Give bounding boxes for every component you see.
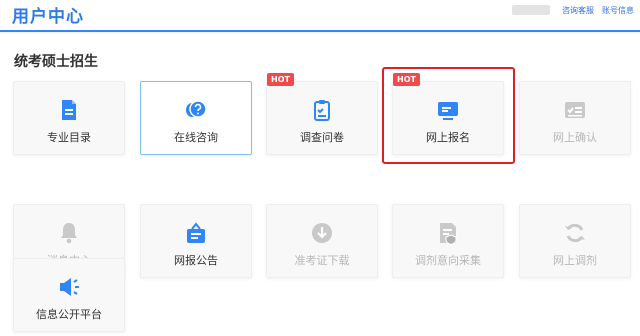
tile-label: 在线咨询 (174, 131, 218, 144)
tile-label: 调查问卷 (300, 131, 344, 144)
id-card-icon (565, 102, 585, 118)
tile-label: 调剂意向采集 (415, 254, 481, 267)
section-title: 统考硕士招生 (14, 54, 98, 70)
blurred-username (512, 5, 550, 15)
download-icon (312, 223, 332, 243)
tile-info-disclosure-platform[interactable]: 信息公开平台 (13, 258, 125, 332)
tile-label: 准考证下载 (294, 254, 350, 267)
tile-label: 网上调剂 (553, 254, 597, 267)
refresh-icon (565, 223, 585, 243)
top-header: 用户中心 咨询客服 账号信息 (0, 0, 640, 32)
highlight-box (382, 67, 515, 164)
chat-question-icon (186, 100, 207, 118)
tile-label: 信息公开平台 (36, 308, 102, 321)
tile-label: 网报公告 (174, 254, 218, 267)
document-icon (62, 100, 76, 120)
tile-label: 网上确认 (553, 131, 597, 144)
tile-online-consult[interactable]: 在线咨询 (140, 81, 252, 155)
bell-icon (61, 223, 77, 244)
tile-registration-notice[interactable]: 网报公告 (140, 204, 252, 278)
tile-major-catalog[interactable]: 专业目录 (13, 81, 125, 155)
file-shield-icon (440, 223, 457, 245)
clipboard-check-icon (314, 100, 330, 121)
tile-online-adjustment: 网上调剂 (519, 204, 631, 278)
main-content: 统考硕士招生 专业目录 在线咨询 HOT 调查问卷 HOT 网上报名 网上确认 … (0, 34, 640, 336)
page-title: 用户中心 (12, 7, 84, 27)
megaphone-icon (60, 278, 79, 296)
notice-box-icon (187, 222, 205, 243)
tile-survey[interactable]: HOT 调查问卷 (266, 73, 378, 155)
tile-admission-ticket-download: 准考证下载 (266, 204, 378, 278)
tile-adjustment-intention: 调剂意向采集 (392, 204, 504, 278)
customer-service-link[interactable]: 咨询客服 (562, 5, 594, 16)
tile-label: 专业目录 (47, 131, 91, 144)
account-info-link[interactable]: 账号信息 (602, 5, 634, 16)
tile-online-confirm: 网上确认 (519, 81, 631, 155)
hot-badge: HOT (267, 73, 294, 86)
